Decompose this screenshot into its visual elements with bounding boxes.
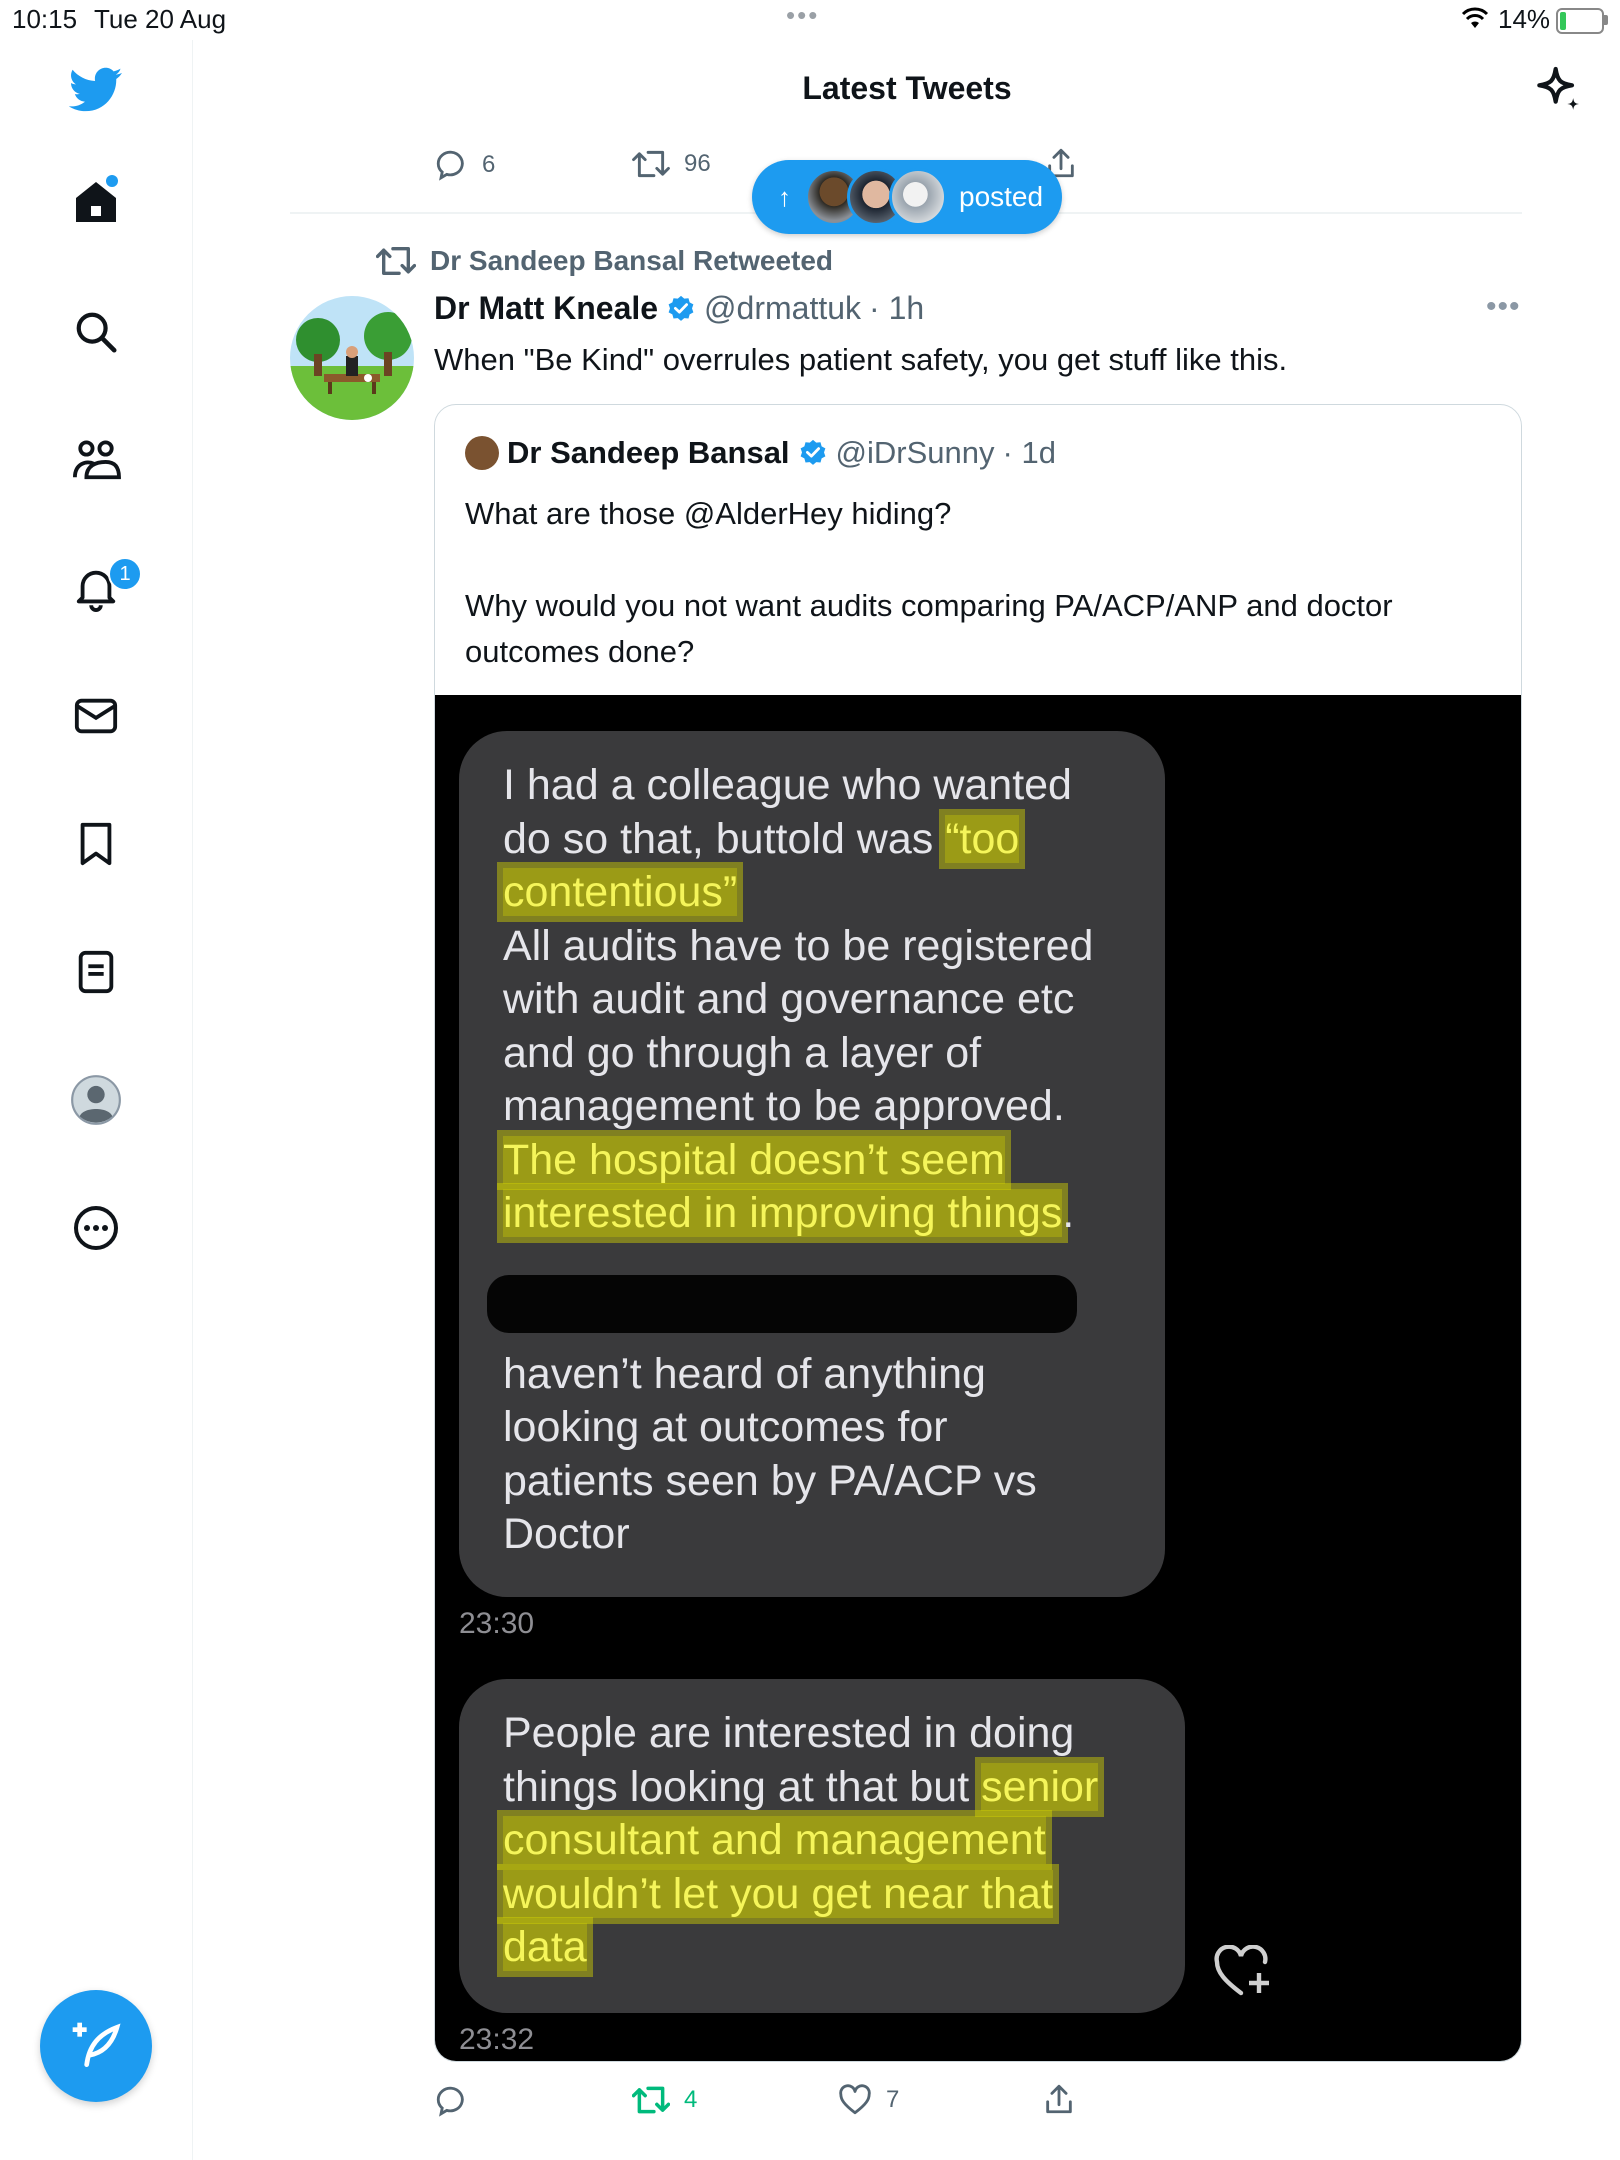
tweet-author[interactable]: Dr Matt Kneale @drmattuk · 1h <box>434 290 924 327</box>
highlighted-text: contentious” <box>503 868 738 916</box>
chat-line: looking at outcomes for <box>503 1403 948 1451</box>
search-icon[interactable] <box>66 302 126 362</box>
highlighted-text: data <box>503 1923 587 1971</box>
tweet-timestamp[interactable]: · 1h <box>869 290 924 327</box>
prev-retweet-count: 96 <box>684 150 711 177</box>
highlighted-text: interested in improving things <box>503 1189 1063 1237</box>
tweet-text: When "Be Kind" overrules patient safety,… <box>434 342 1288 377</box>
retweet-icon <box>376 247 416 275</box>
like-count: 7 <box>886 2086 900 2113</box>
status-date: Tue 20 Aug <box>94 4 227 34</box>
messages-icon[interactable] <box>66 686 126 746</box>
chat-line: data <box>503 1921 1098 1975</box>
retweet-button[interactable]: 4 <box>632 2084 697 2116</box>
compose-feather-icon <box>72 2022 121 2067</box>
chat-line: consultant and management <box>503 1814 1098 1868</box>
chat-line: patients seen by PA/ACP vs <box>503 1456 1037 1505</box>
chat-text: . <box>1062 1189 1075 1237</box>
retweet-icon <box>632 150 670 178</box>
chat-message-2: People are interested in doing things lo… <box>503 1707 1099 1975</box>
chat-line: do so that, buttold was “too <box>503 813 1093 867</box>
chat-line: haven’t heard of anything <box>503 1349 986 1398</box>
heart-icon <box>839 2084 871 2115</box>
wifi-icon <box>1461 7 1489 28</box>
chat-message-1: I had a colleague who wanted do so that,… <box>503 759 1093 1562</box>
chat-line: and go through a layer of <box>503 1028 982 1077</box>
more-icon[interactable] <box>66 1198 126 1258</box>
quoted-author-name: Dr Sandeep Bansal <box>507 435 790 470</box>
prev-retweet-button[interactable]: 96 <box>632 148 711 180</box>
battery-percent: 14% <box>1498 4 1551 34</box>
communities-icon[interactable] <box>66 430 126 490</box>
message-timestamp: 23:32 <box>459 2023 535 2056</box>
prev-reply-count: 6 <box>482 151 496 178</box>
new-posts-pill[interactable]: ↑ posted <box>752 160 1062 234</box>
retweet-count: 4 <box>684 2086 698 2113</box>
battery-nub <box>1604 15 1608 25</box>
retweet-icon <box>632 2086 670 2114</box>
verified-badge-icon <box>668 295 694 321</box>
chat-line: management to be approved. <box>503 1082 1065 1130</box>
retweeted-by-label: Dr Sandeep Bansal Retweeted <box>430 245 834 276</box>
highlighted-text: The hospital doesn’t seem <box>503 1135 1005 1184</box>
heart-plus-icon <box>1214 1945 1269 1996</box>
highlighted-text: consultant and management <box>503 1816 1046 1864</box>
lists-icon[interactable] <box>66 942 126 1002</box>
share-icon[interactable] <box>1042 2082 1076 2116</box>
chat-line: Doctor <box>503 1510 630 1558</box>
chat-line: wouldn’t let you get near that <box>503 1868 1098 1922</box>
avatar <box>889 168 947 226</box>
message-timestamp: 23:30 <box>459 1607 535 1640</box>
page-title: Latest Tweets <box>802 70 1012 106</box>
quoted-author-avatar <box>465 436 499 470</box>
prev-reply-button[interactable]: 6 <box>434 148 495 182</box>
bookmarks-icon[interactable] <box>66 814 126 874</box>
author-avatar[interactable] <box>290 296 414 420</box>
new-posts-label: posted <box>959 181 1044 212</box>
highlighted-text: senior <box>981 1762 1099 1811</box>
verified-badge-icon <box>800 439 825 465</box>
chat-line: with audit and governance etc <box>503 975 1075 1023</box>
battery-icon <box>1556 8 1604 34</box>
home-unread-dot <box>106 175 118 187</box>
chat-line: I had a colleague who wanted <box>503 761 1072 809</box>
retweet-context[interactable]: Dr Sandeep Bansal Retweeted <box>376 244 833 278</box>
sparkle-icon[interactable] <box>1530 62 1586 118</box>
tweet-more-icon[interactable]: ••• <box>1486 290 1521 324</box>
notifications-badge: 1 <box>108 557 142 591</box>
highlighted-text: “too <box>945 814 1020 863</box>
quoted-tweet-image[interactable]: I had a colleague who wanted do so that,… <box>435 695 1521 2061</box>
quoted-tweet-text: What are those @AlderHey hiding? Why wou… <box>465 496 1393 669</box>
quoted-tweet[interactable]: Dr Sandeep Bansal @iDrSunny · 1d What ar… <box>434 404 1522 2062</box>
highlighted-text: wouldn’t let you get near that <box>503 1869 1053 1918</box>
profile-avatar-icon[interactable] <box>66 1070 126 1130</box>
compose-tweet-button[interactable] <box>40 1990 152 2102</box>
chat-line: contentious” <box>503 866 1093 920</box>
reply-icon <box>436 150 464 181</box>
chat-line: People are interested in doing <box>503 1709 1075 1757</box>
status-time: 10:15 <box>12 4 78 34</box>
quoted-author: Dr Sandeep Bansal @iDrSunny · 1d <box>465 435 1056 471</box>
author-handle: @drmattuk <box>704 290 862 326</box>
reply-button[interactable] <box>434 2084 468 2118</box>
quoted-author-handle: @iDrSunny <box>835 435 995 470</box>
author-name: Dr Matt Kneale <box>434 290 659 326</box>
like-button[interactable]: 7 <box>838 2084 899 2116</box>
chat-text: things looking at that but <box>503 1762 982 1811</box>
chat-line: All audits have to be registered <box>503 921 1094 970</box>
chat-text: do so that, buttold was <box>503 814 946 863</box>
multitasking-dots-icon[interactable]: ••• <box>786 0 819 31</box>
chat-line: things looking at that but senior <box>503 1761 1099 1815</box>
twitter-logo-icon[interactable] <box>66 60 126 120</box>
reply-icon <box>436 2086 464 2117</box>
chat-line: The hospital doesn’t seem <box>503 1134 1093 1188</box>
quoted-timestamp: · 1d <box>1002 435 1056 470</box>
chat-line: interested in improving things. <box>503 1187 1093 1241</box>
arrow-up-icon: ↑ <box>778 181 791 212</box>
redaction-scribble <box>487 1275 1077 1333</box>
